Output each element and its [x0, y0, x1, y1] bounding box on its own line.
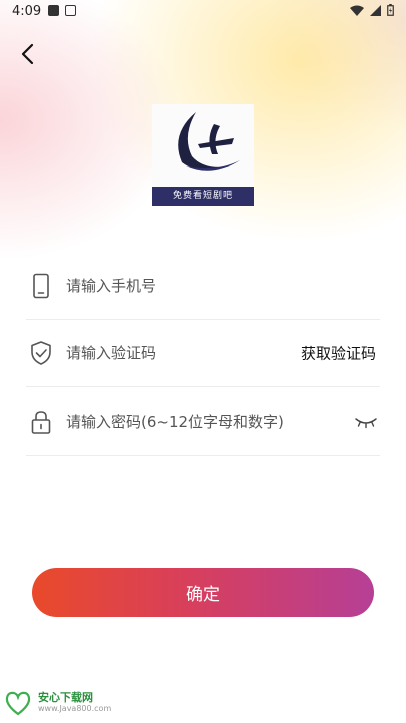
phone-input[interactable] — [66, 252, 296, 319]
confirm-button[interactable]: 确定 — [32, 568, 374, 617]
phone-field — [26, 252, 380, 320]
watermark-title: 安心下载网 — [38, 691, 93, 704]
wifi-icon — [350, 5, 364, 16]
status-notification-icons — [48, 5, 76, 16]
code-input[interactable] — [66, 319, 296, 386]
watermark: 安心下载网 www.Java800.com — [4, 688, 111, 718]
phone-icon — [33, 273, 49, 298]
eye-closed-icon[interactable] — [354, 414, 378, 430]
logo-caption: 免费看短剧吧 — [152, 187, 254, 206]
password-field — [26, 388, 380, 456]
code-field: 获取验证码 — [26, 319, 380, 387]
watermark-heart-icon — [5, 691, 31, 716]
back-button[interactable] — [14, 40, 42, 68]
status-time: 4:09 — [12, 4, 42, 19]
shield-check-icon — [31, 340, 51, 365]
notification-screen-icon — [65, 5, 76, 16]
lock-icon — [31, 410, 51, 434]
status-bar: 4:09 — [0, 0, 406, 24]
password-input[interactable] — [66, 388, 346, 455]
logo-emblem-icon — [178, 112, 240, 171]
app-logo: 免费看短剧吧 — [152, 104, 254, 206]
back-arrow-icon — [21, 43, 34, 65]
notification-a-icon — [48, 5, 59, 16]
status-system-icons — [350, 4, 394, 16]
get-code-button[interactable]: 获取验证码 — [301, 342, 376, 363]
battery-icon — [387, 4, 394, 16]
signal-icon — [370, 4, 381, 16]
watermark-url: www.Java800.com — [38, 704, 112, 713]
